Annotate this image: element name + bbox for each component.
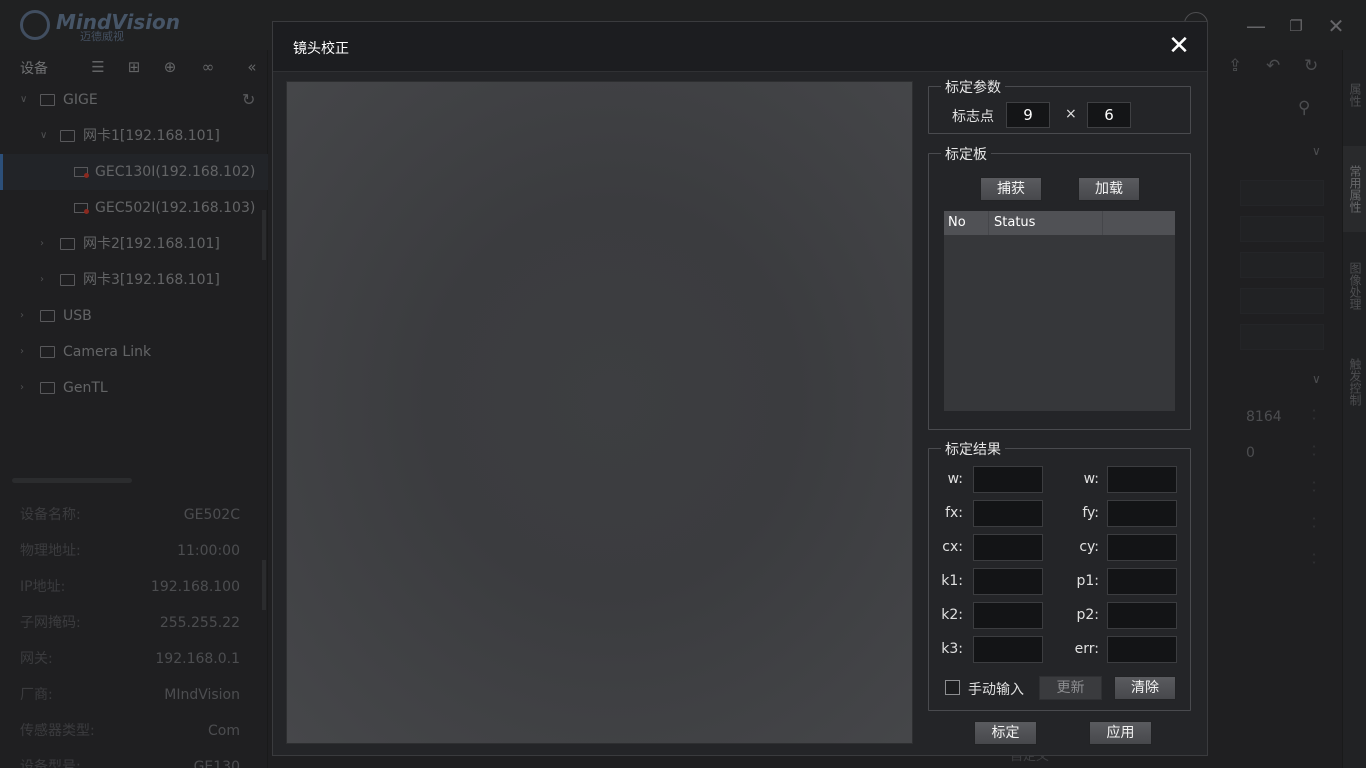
points-cols-input[interactable]: 9 xyxy=(1006,102,1050,128)
calibration-result-group: 标定结果 w: w: fx: fy: cx: cy: k1: p1: k2: p… xyxy=(928,439,1191,711)
result-label-w2: w: xyxy=(1083,471,1099,487)
result-input-fy[interactable] xyxy=(1107,500,1177,527)
result-input-w2[interactable] xyxy=(1107,466,1177,493)
capture-button[interactable]: 捕获 xyxy=(980,177,1042,201)
clear-button[interactable]: 清除 xyxy=(1114,676,1176,700)
calibration-table[interactable]: No Status xyxy=(944,211,1175,411)
result-label-p1: p1: xyxy=(1076,573,1099,589)
result-label-k2: k2: xyxy=(941,607,963,623)
calibrate-button[interactable]: 标定 xyxy=(974,721,1037,745)
column-header-status[interactable]: Status xyxy=(989,211,1103,235)
column-header-empty[interactable] xyxy=(1103,211,1175,235)
result-input-w[interactable] xyxy=(973,466,1043,493)
result-input-p2[interactable] xyxy=(1107,602,1177,629)
close-icon[interactable]: ✕ xyxy=(1165,32,1193,60)
result-input-k2[interactable] xyxy=(973,602,1043,629)
points-rows-input[interactable]: 6 xyxy=(1087,102,1131,128)
load-button[interactable]: 加载 xyxy=(1078,177,1140,201)
column-header-no[interactable]: No xyxy=(944,211,989,235)
result-input-p1[interactable] xyxy=(1107,568,1177,595)
result-label-k1: k1: xyxy=(941,573,963,589)
result-label-fy: fy: xyxy=(1082,505,1099,521)
group-title: 标定结果 xyxy=(941,439,1005,459)
manual-input-checkbox[interactable] xyxy=(945,680,960,695)
apply-button[interactable]: 应用 xyxy=(1089,721,1152,745)
result-input-cy[interactable] xyxy=(1107,534,1177,561)
manual-input-label: 手动输入 xyxy=(968,682,1024,698)
dialog-header: 镜头校正 ✕ xyxy=(273,22,1207,72)
result-label-cy: cy: xyxy=(1079,539,1099,555)
points-label: 标志点 xyxy=(952,109,994,125)
dialog-title: 镜头校正 xyxy=(293,41,349,57)
result-input-k1[interactable] xyxy=(973,568,1043,595)
result-label-fx: fx: xyxy=(945,505,963,521)
result-input-err[interactable] xyxy=(1107,636,1177,663)
result-input-fx[interactable] xyxy=(973,500,1043,527)
result-label-p2: p2: xyxy=(1076,607,1099,623)
image-preview xyxy=(286,81,913,744)
lens-correction-dialog: 镜头校正 ✕ 标定参数 标志点 9 × 6 标定板 捕获 加载 No Statu… xyxy=(272,21,1208,756)
calibration-board-group: 标定板 捕获 加载 No Status xyxy=(928,144,1191,430)
result-label-w: w: xyxy=(947,471,963,487)
result-label-err: err: xyxy=(1074,641,1099,657)
result-label-k3: k3: xyxy=(941,641,963,657)
table-header: No Status xyxy=(944,211,1175,235)
group-title: 标定板 xyxy=(941,144,991,164)
group-title: 标定参数 xyxy=(941,77,1005,97)
result-label-cx: cx: xyxy=(942,539,963,555)
calibration-params-group: 标定参数 标志点 9 × 6 xyxy=(928,77,1191,134)
update-button[interactable]: 更新 xyxy=(1039,676,1102,700)
result-input-k3[interactable] xyxy=(973,636,1043,663)
times-symbol: × xyxy=(1065,106,1077,122)
result-input-cx[interactable] xyxy=(973,534,1043,561)
